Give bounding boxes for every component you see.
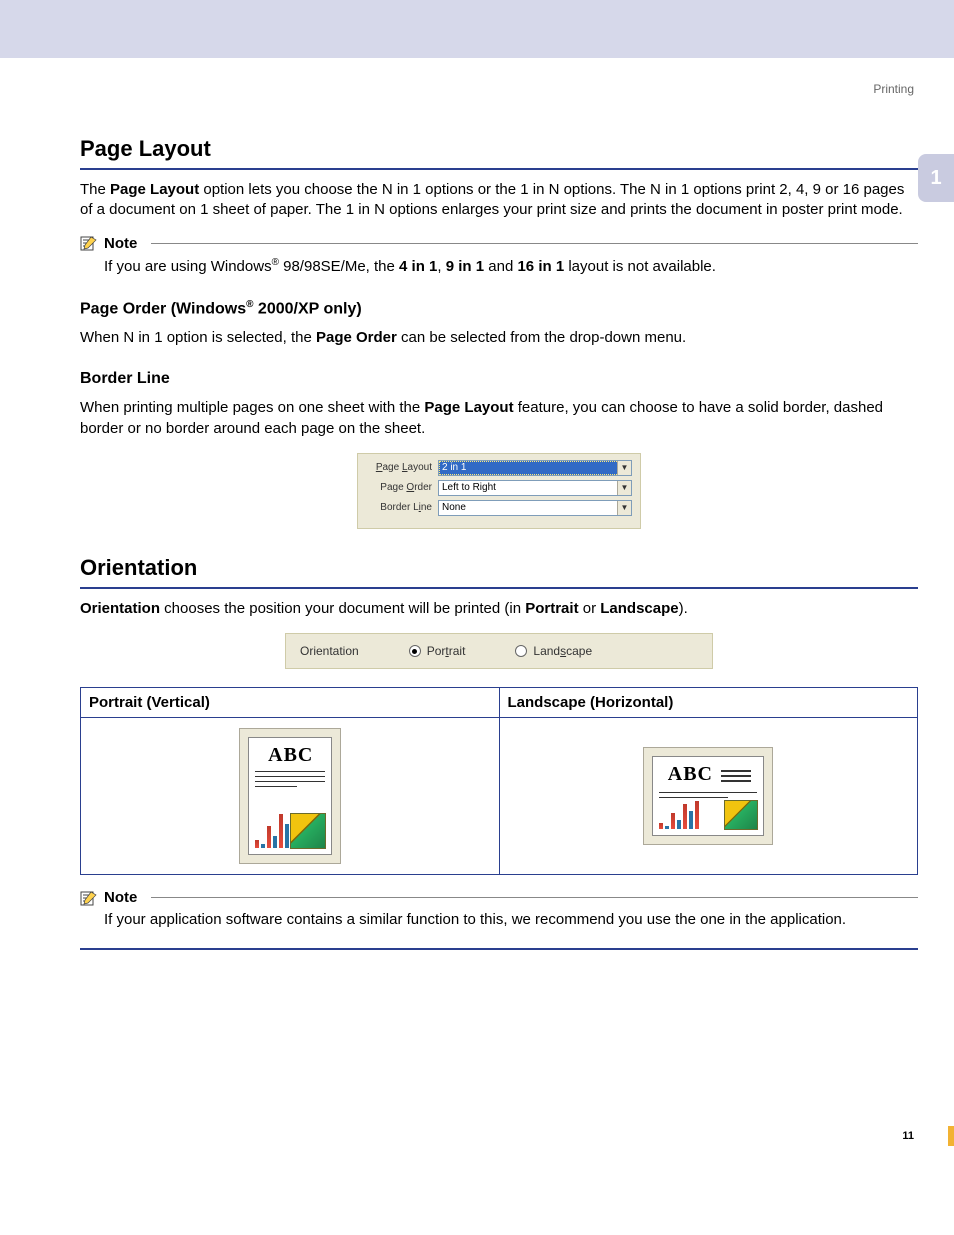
- note-label: Note: [104, 235, 137, 252]
- text: When printing multiple pages on one shee…: [80, 399, 424, 416]
- text: ,: [437, 258, 445, 275]
- text: 2000/XP only): [253, 300, 361, 317]
- text-bold: Page Layout: [110, 181, 199, 198]
- border-line-body: When printing multiple pages on one shee…: [80, 398, 918, 439]
- page-order-body: When N in 1 option is selected, the Page…: [80, 328, 918, 348]
- text: can be selected from the drop-down menu.: [397, 329, 686, 346]
- note-rule: [151, 897, 918, 898]
- dropdown-value: 2 in 1: [442, 462, 466, 473]
- text: chooses the position your document will …: [160, 600, 525, 617]
- note-body: If your application software contains a …: [104, 910, 918, 930]
- note-rule: [151, 243, 918, 244]
- dropdown-border-line[interactable]: None ▼: [438, 500, 632, 516]
- setting-row-page-layout: Page Layout 2 in 1 ▼: [366, 460, 632, 476]
- text: 98/98SE/Me, the: [279, 258, 399, 275]
- note-icon: [80, 235, 98, 251]
- sample-lines: [255, 771, 325, 787]
- page-layout-intro: The Page Layout option lets you choose t…: [80, 180, 918, 221]
- heading-border-line: Border Line: [80, 370, 918, 388]
- text-bold: 4 in 1: [399, 258, 437, 275]
- note-body: If you are using Windows® 98/98SE/Me, th…: [104, 256, 918, 277]
- text: If you are using Windows: [104, 258, 272, 275]
- text-bold: Orientation: [80, 600, 160, 617]
- heading-orientation: Orientation: [80, 555, 918, 589]
- text-bold: Page Order: [316, 329, 397, 346]
- heading-page-order: Page Order (Windows® 2000/XP only): [80, 299, 918, 318]
- table-header-landscape: Landscape (Horizontal): [499, 688, 918, 718]
- dropdown-page-order[interactable]: Left to Right ▼: [438, 480, 632, 496]
- text: When N in 1 option is selected, the: [80, 329, 316, 346]
- setting-label: Page Order: [366, 482, 438, 493]
- radio-portrait[interactable]: Portrait: [409, 644, 466, 658]
- chevron-down-icon[interactable]: ▼: [617, 481, 631, 495]
- note-heading: Note: [80, 235, 918, 252]
- setting-row-border-line: Border Line None ▼: [366, 500, 632, 516]
- radio-label: Landscape: [533, 644, 592, 658]
- sample-image: [290, 813, 326, 849]
- dropdown-value: Left to Right: [442, 482, 496, 493]
- thumbnail-landscape: ABC: [643, 747, 773, 845]
- chapter-tab: 1: [918, 154, 954, 202]
- sample-lines-short: [721, 767, 751, 785]
- text: The: [80, 181, 110, 198]
- text: layout is not available.: [564, 258, 716, 275]
- table-cell-landscape: ABC: [499, 718, 918, 875]
- dropdown-value: None: [442, 502, 466, 513]
- sample-text: ABC: [668, 763, 713, 786]
- text-bold: Landscape: [600, 600, 678, 617]
- sample-image: [724, 800, 758, 830]
- note-label: Note: [104, 889, 137, 906]
- pdf-top-bar: [0, 0, 954, 58]
- text-bold: 16 in 1: [517, 258, 564, 275]
- section-divider: [80, 948, 918, 950]
- page-content: Printing 1 Page Layout The Page Layout o…: [0, 58, 954, 1162]
- note-block-1: Note If you are using Windows® 98/98SE/M…: [80, 235, 918, 277]
- sample-lines: [659, 792, 757, 798]
- sample-page-landscape: ABC: [652, 756, 764, 836]
- text: option lets you choose the N in 1 option…: [80, 181, 904, 218]
- thumbnail-portrait: ABC: [239, 728, 341, 864]
- setting-row-page-order: Page Order Left to Right ▼: [366, 480, 632, 496]
- text-bold: Page Layout: [424, 399, 513, 416]
- orientation-body: Orientation chooses the position your do…: [80, 599, 918, 619]
- running-header: Printing: [80, 82, 918, 96]
- sample-chart: [255, 808, 289, 848]
- note-icon: [80, 890, 98, 906]
- text-bold: 9 in 1: [446, 258, 484, 275]
- radio-label: Portrait: [427, 644, 466, 658]
- radio-icon: [409, 645, 421, 657]
- sample-chart: [659, 799, 699, 829]
- text: or: [579, 600, 601, 617]
- sample-text: ABC: [257, 744, 325, 767]
- text: Page Order (Windows: [80, 300, 246, 317]
- registered-mark: ®: [272, 257, 279, 268]
- chevron-down-icon[interactable]: ▼: [617, 461, 631, 475]
- table-header-portrait: Portrait (Vertical): [81, 688, 500, 718]
- page-number: 11: [80, 1130, 918, 1142]
- orientation-table: Portrait (Vertical) Landscape (Horizonta…: [80, 687, 918, 875]
- setting-label: Border Line: [366, 502, 438, 513]
- radio-icon: [515, 645, 527, 657]
- radio-landscape[interactable]: Landscape: [515, 644, 592, 658]
- chevron-down-icon[interactable]: ▼: [617, 501, 631, 515]
- settings-panel: Page Layout 2 in 1 ▼ Page Order Left to R…: [357, 453, 641, 529]
- dropdown-page-layout[interactable]: 2 in 1 ▼: [438, 460, 632, 476]
- sample-page-portrait: ABC: [248, 737, 332, 855]
- text: ).: [679, 600, 688, 617]
- setting-label: Page Layout: [366, 462, 438, 473]
- orientation-strip-label: Orientation: [300, 644, 359, 658]
- orientation-strip: Orientation Portrait Landscape: [285, 633, 713, 669]
- text: and: [484, 258, 517, 275]
- heading-page-layout: Page Layout: [80, 136, 918, 170]
- note-heading: Note: [80, 889, 918, 906]
- text-bold: Portrait: [525, 600, 578, 617]
- table-cell-portrait: ABC: [81, 718, 500, 875]
- note-block-2: Note If your application software contai…: [80, 889, 918, 930]
